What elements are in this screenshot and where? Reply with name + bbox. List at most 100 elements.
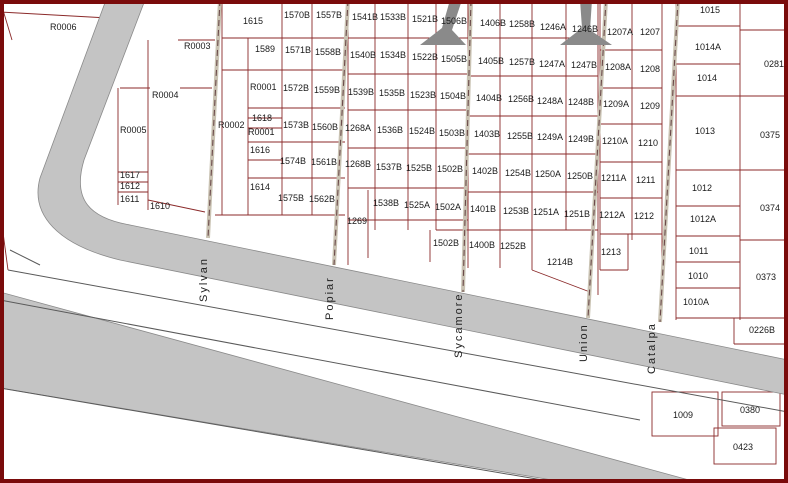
lot-label[interactable]: 1541B [352,12,378,22]
lot-label[interactable]: 1209A [603,99,629,109]
lot-label[interactable]: R0001 [250,82,277,92]
lot-label[interactable]: 0380 [740,405,760,415]
lot-label[interactable]: 1400B [469,240,495,250]
lot-label[interactable]: 1257B [509,57,535,67]
lot-label[interactable]: 1521B [412,14,438,24]
lot-label[interactable]: 1208A [605,62,631,72]
lot-label[interactable]: 1406B [480,18,506,28]
lot-label[interactable]: 1248B [568,97,594,107]
lot-label[interactable]: 1502B [433,238,459,248]
lot-label[interactable]: 1589 [255,44,275,54]
lot-label[interactable]: 1506B [441,16,467,26]
lot-label[interactable]: 1214B [547,257,573,267]
lot-label[interactable]: 1252B [500,241,526,251]
lot-label[interactable]: 1250A [535,169,561,179]
lot-label[interactable]: 1246A [540,22,566,32]
lot-label[interactable]: 1207A [607,27,633,37]
lot-label[interactable]: 1536B [377,125,403,135]
lot-label[interactable]: 1208 [640,64,660,74]
lot-label[interactable]: 1403B [474,129,500,139]
lot-label[interactable]: R0001 [248,127,275,137]
lot-label[interactable]: 1011 [689,246,708,256]
lot-label[interactable]: 1247A [539,59,565,69]
lot-label[interactable]: 1558B [315,47,341,57]
lot-label[interactable]: 1210A [602,136,628,146]
lot-label[interactable]: 1405B [478,56,504,66]
lot-label[interactable]: 0423 [733,442,753,452]
lot-label[interactable]: 1570B [284,10,310,20]
lot-label[interactable]: 1539B [348,87,374,97]
lot-label[interactable]: 1573B [283,120,309,130]
lot-label[interactable]: 0374 [760,203,780,213]
lot-label[interactable]: 1012 [692,183,712,193]
lot-label[interactable]: 1210 [638,138,658,148]
lot-label[interactable]: 1503B [439,128,465,138]
lot-label[interactable]: 1610 [150,201,170,211]
lot-label[interactable]: 1616 [250,145,270,155]
lot-label[interactable]: 1617 [120,170,140,180]
lot-label[interactable]: 1561B [311,157,337,167]
lot-label[interactable]: 1533B [380,12,406,22]
lot-label[interactable]: 1251A [533,207,559,217]
lot-label[interactable]: 1258B [509,19,535,29]
lot-label[interactable]: 1612 [120,181,140,191]
lot-label[interactable]: 1213 [601,247,621,257]
lot-label[interactable]: 0281 [764,59,784,69]
lot-label[interactable]: R0005 [120,125,147,135]
lot-label[interactable]: 1010 [688,271,708,281]
lot-label[interactable]: 1254B [505,168,531,178]
lot-label[interactable]: 1251B [564,209,590,219]
lot-label[interactable]: R0006 [50,22,77,32]
lot-label[interactable]: 1502A [435,202,461,212]
lot-label[interactable]: 1560B [312,122,338,132]
lot-label[interactable]: 1557B [316,10,342,20]
lot-label[interactable]: 1256B [508,94,534,104]
lot-label[interactable]: 1248A [537,96,563,106]
lot-label[interactable]: 1211 [636,175,655,185]
lot-label[interactable]: 1574B [280,156,306,166]
lot-label[interactable]: 1269 [347,216,367,226]
lot-label[interactable]: 1537B [376,162,402,172]
lot-label[interactable]: 1255B [507,131,533,141]
lot-label[interactable]: 1524B [409,126,435,136]
lot-label[interactable]: R0002 [218,120,245,130]
lot-label[interactable]: 1575B [278,193,304,203]
lot-label[interactable]: 1572B [283,83,309,93]
lot-label[interactable]: 1212 [634,211,654,221]
lot-label[interactable]: 1253B [503,206,529,216]
lot-label[interactable]: 1401B [470,204,496,214]
lot-label[interactable]: 1614 [250,182,270,192]
lot-label[interactable]: 1523B [410,90,436,100]
lot-label[interactable]: 1402B [472,166,498,176]
lot-label[interactable]: 0373 [756,272,776,282]
lot-label[interactable]: 1015 [700,5,720,15]
lot-label[interactable]: 1535B [379,88,405,98]
lot-label[interactable]: 1562B [309,194,335,204]
lot-label[interactable]: 1404B [476,93,502,103]
lot-label[interactable]: 1522B [412,52,438,62]
lot-label[interactable]: 1249A [537,132,563,142]
lot-label[interactable]: 1009 [673,410,693,420]
lot-label[interactable]: 1571B [285,45,311,55]
lot-label[interactable]: 1209 [640,101,660,111]
lot-label[interactable]: 0375 [760,130,780,140]
lot-label[interactable]: 1247B [571,60,597,70]
lot-label[interactable]: 0226B [749,325,775,335]
lot-label[interactable]: 1611 [120,194,139,204]
lot-label[interactable]: 1540B [350,50,376,60]
lot-label[interactable]: 1502B [437,164,463,174]
lot-label[interactable]: 1534B [380,50,406,60]
lot-label[interactable]: 1538B [373,198,399,208]
lot-label[interactable]: 1505B [441,54,467,64]
lot-label[interactable]: 1525B [406,163,432,173]
lot-label[interactable]: 1010A [683,297,709,307]
lot-label[interactable]: 1212A [599,210,625,220]
lot-label[interactable]: 1268A [345,123,371,133]
lot-label[interactable]: 1014 [697,73,717,83]
lot-label[interactable]: R0004 [152,90,179,100]
lot-label[interactable]: 1246B [572,24,598,34]
lot-label[interactable]: 1559B [314,85,340,95]
lot-label[interactable]: 1211A [601,173,626,183]
lot-label[interactable]: 1525A [404,200,430,210]
lot-label[interactable]: 1014A [695,42,721,52]
